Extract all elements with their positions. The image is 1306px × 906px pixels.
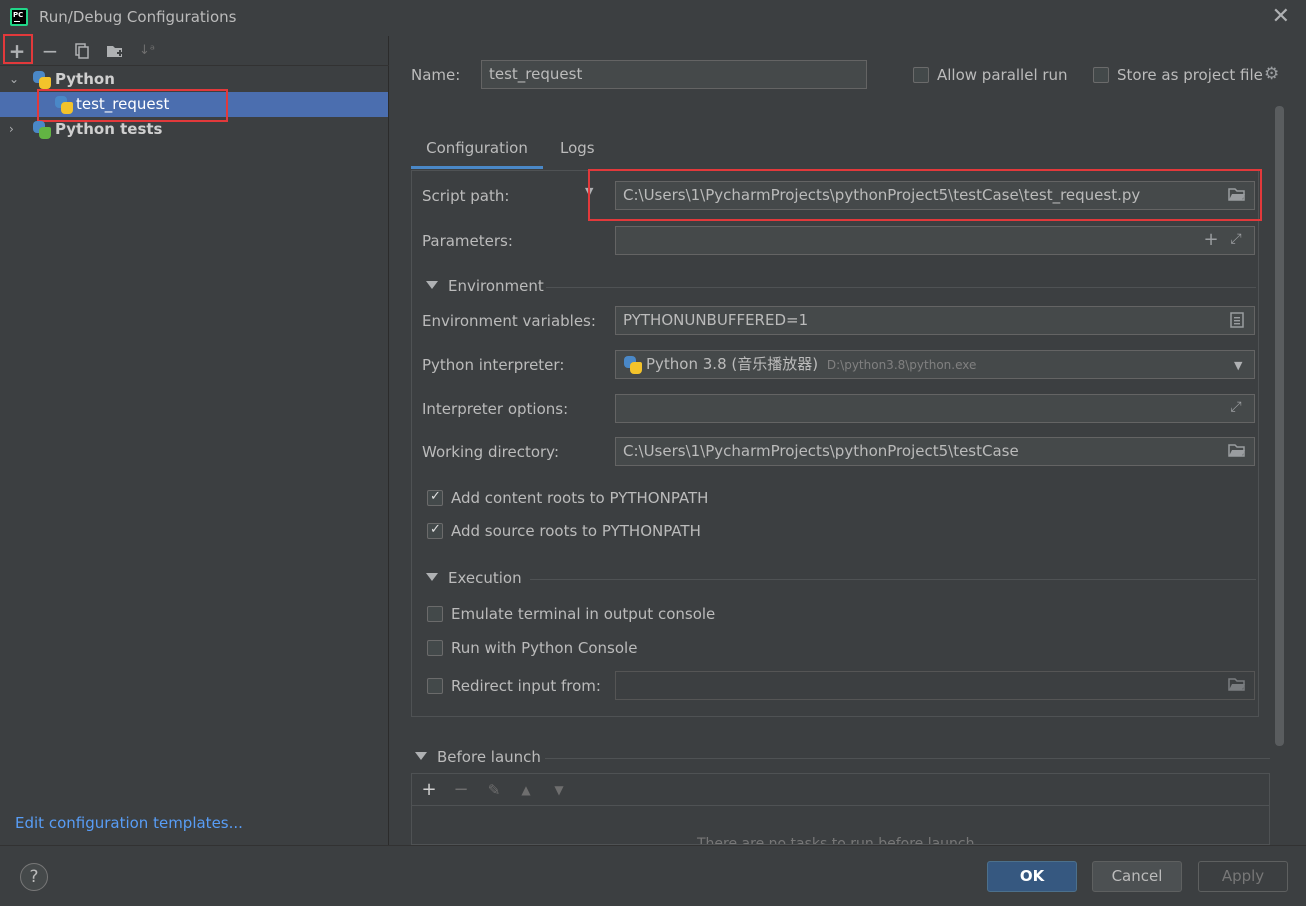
interp-options-label: Interpreter options: <box>422 400 569 418</box>
interpreter-value: Python 3.8 (音乐播放器) <box>646 355 819 373</box>
add-content-roots-checkbox[interactable] <box>427 489 443 506</box>
sort-icon[interactable]: ↓ᵃ <box>135 39 159 63</box>
name-label: Name: <box>411 66 461 84</box>
environment-section[interactable]: Environment <box>426 277 1256 297</box>
tree-item-test-request[interactable]: test_request <box>0 92 388 117</box>
store-project-checkbox[interactable] <box>1093 67 1109 83</box>
divider <box>412 805 1269 806</box>
new-folder-icon[interactable] <box>103 39 127 63</box>
tab-configuration[interactable]: Configuration <box>411 131 543 169</box>
edit-env-icon[interactable] <box>1228 312 1246 328</box>
emulate-terminal-checkbox[interactable] <box>427 606 443 622</box>
tab-logs[interactable]: Logs <box>560 131 595 169</box>
chevron-down-icon[interactable]: ▼ <box>1234 359 1242 372</box>
python-icon <box>624 356 642 374</box>
ok-button[interactable]: OK <box>987 861 1077 892</box>
chevron-down-icon[interactable]: ⌄ <box>9 73 21 85</box>
interpreter-label: Python interpreter: <box>422 356 565 374</box>
expand-icon[interactable]: ⤢ <box>1227 400 1245 415</box>
python-icon <box>55 96 73 114</box>
run-python-console-label: Run with Python Console <box>451 639 638 657</box>
interp-options-input[interactable] <box>615 394 1255 423</box>
tree-toolbar: + − ↓ᵃ <box>0 36 389 66</box>
folder-browse-icon[interactable] <box>1228 187 1246 202</box>
apply-button[interactable]: Apply <box>1198 861 1288 892</box>
tree-item-label: Python <box>55 70 115 88</box>
store-project-label: Store as project file <box>1117 66 1263 84</box>
run-python-console-checkbox[interactable] <box>427 640 443 656</box>
title-bar: PC Run/Debug Configurations ✕ <box>0 0 1306 36</box>
remove-task-icon[interactable]: − <box>449 780 473 800</box>
cancel-button[interactable]: Cancel <box>1092 861 1182 892</box>
dialog-footer: ? OK Cancel Apply <box>0 845 1306 906</box>
remove-config-button[interactable]: − <box>38 39 62 63</box>
gear-icon[interactable]: ⚙ <box>1264 64 1279 84</box>
add-source-roots-label: Add source roots to PYTHONPATH <box>451 522 701 540</box>
collapse-triangle-icon[interactable] <box>415 752 427 760</box>
add-config-button[interactable]: + <box>5 39 29 63</box>
config-form: Name: test_request Allow parallel run St… <box>390 36 1306 845</box>
move-up-icon[interactable]: ▲ <box>514 780 538 800</box>
section-title: Before launch <box>437 748 541 766</box>
close-icon[interactable]: ✕ <box>1272 6 1290 28</box>
config-tabs: Configuration Logs <box>411 131 1271 169</box>
move-down-icon[interactable]: ▼ <box>547 780 571 800</box>
redirect-input-label: Redirect input from: <box>451 677 601 695</box>
section-title: Execution <box>448 569 522 587</box>
chevron-right-icon[interactable]: › <box>9 123 21 135</box>
help-button[interactable]: ? <box>20 863 48 891</box>
parameters-input[interactable] <box>615 226 1255 255</box>
redirect-input-field[interactable] <box>615 671 1255 700</box>
working-dir-input[interactable]: C:\Users\1\PycharmProjects\pythonProject… <box>615 437 1255 466</box>
redirect-input-checkbox[interactable] <box>427 678 443 694</box>
interpreter-path: D:\python3.8\python.exe <box>826 358 977 372</box>
folder-browse-icon[interactable] <box>1228 677 1246 692</box>
execution-section[interactable]: Execution <box>426 569 1256 589</box>
pycharm-icon: PC <box>10 8 28 26</box>
collapse-triangle-icon[interactable] <box>426 573 438 581</box>
tree-item-python-tests[interactable]: › Python tests <box>0 117 388 142</box>
section-title: Environment <box>448 277 544 295</box>
edit-task-icon[interactable]: ✎ <box>482 780 506 800</box>
allow-parallel-checkbox[interactable] <box>913 67 929 83</box>
emulate-terminal-label: Emulate terminal in output console <box>451 605 716 623</box>
script-path-input[interactable]: C:\Users\1\PycharmProjects\pythonProject… <box>615 181 1255 210</box>
divider <box>530 579 1256 580</box>
before-launch-empty-text: There are no tasks to run before launch <box>697 836 975 845</box>
working-dir-label: Working directory: <box>422 443 560 461</box>
parameters-label: Parameters: <box>422 232 513 250</box>
env-vars-input[interactable]: PYTHONUNBUFFERED=1 <box>615 306 1255 335</box>
window-title: Run/Debug Configurations <box>39 8 237 26</box>
script-type-dropdown-icon[interactable]: ▼ <box>585 185 593 198</box>
before-launch-list: + − ✎ ▲ ▼ There are no tasks to run befo… <box>411 773 1270 845</box>
add-task-icon[interactable]: + <box>417 780 441 800</box>
edit-templates-link[interactable]: Edit configuration templates... <box>15 814 243 832</box>
interpreter-select[interactable]: Python 3.8 (音乐播放器) D:\python3.8\python.e… <box>615 350 1255 379</box>
add-content-roots-label: Add content roots to PYTHONPATH <box>451 489 709 507</box>
folder-browse-icon[interactable] <box>1228 443 1246 458</box>
tree-item-python[interactable]: ⌄ Python <box>0 67 388 92</box>
tree-item-label: test_request <box>76 95 170 113</box>
configuration-panel: Script path: ▼ C:\Users\1\PycharmProject… <box>411 169 1262 717</box>
allow-parallel-label: Allow parallel run <box>937 66 1068 84</box>
tree-item-label: Python tests <box>55 120 163 138</box>
collapse-triangle-icon[interactable] <box>426 281 438 289</box>
env-vars-label: Environment variables: <box>422 312 596 330</box>
divider <box>545 758 1270 759</box>
before-launch-section[interactable]: Before launch <box>415 748 1270 768</box>
name-input[interactable]: test_request <box>481 60 867 89</box>
config-tree-pane: + − ↓ᵃ ⌄ Python test_request › Python te… <box>0 34 389 845</box>
scrollbar[interactable] <box>1275 106 1284 746</box>
add-parameter-icon[interactable]: + <box>1202 231 1220 249</box>
python-tests-icon <box>33 121 51 139</box>
script-path-label: Script path: <box>422 187 510 205</box>
copy-icon[interactable] <box>70 39 94 63</box>
divider <box>546 287 1256 288</box>
add-source-roots-checkbox[interactable] <box>427 522 443 539</box>
python-icon <box>33 71 51 89</box>
expand-icon[interactable]: ⤢ <box>1227 232 1245 247</box>
